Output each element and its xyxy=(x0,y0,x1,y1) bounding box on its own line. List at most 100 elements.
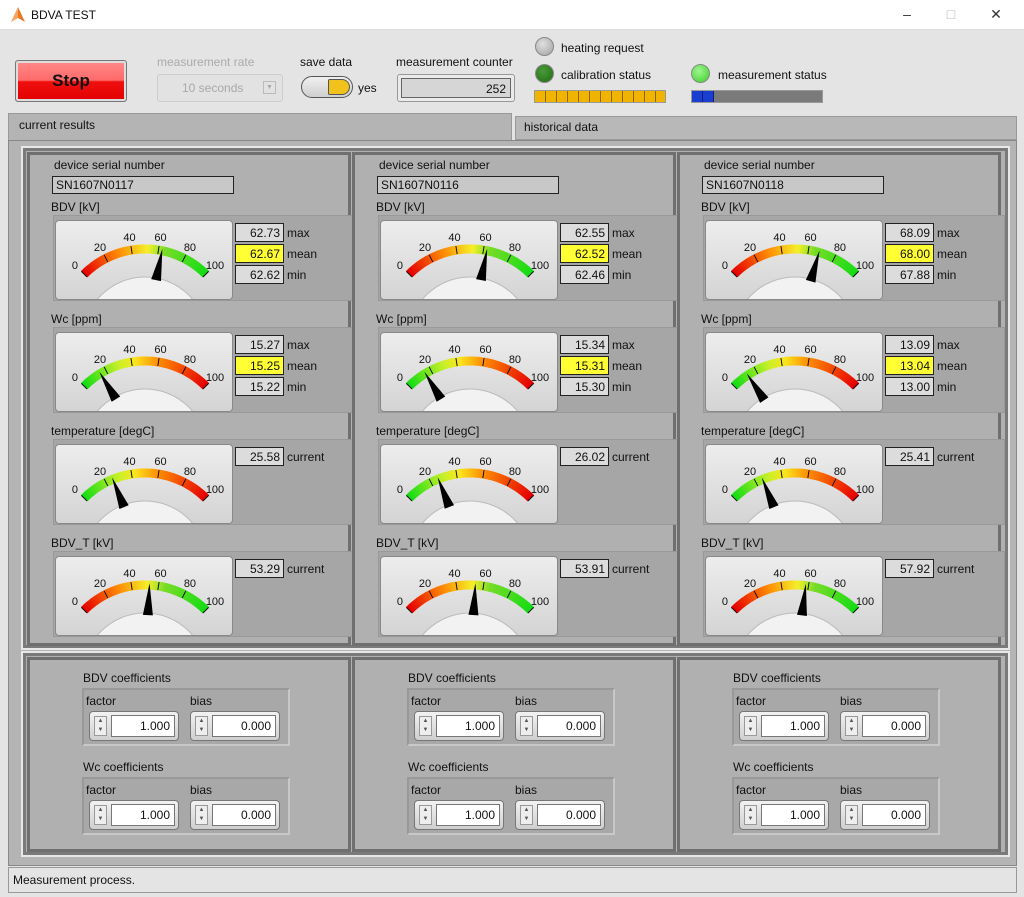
gauge-scale-segment xyxy=(844,599,853,609)
factor-numeric-control[interactable]: ▲ ▼ 1.000 xyxy=(414,711,504,741)
serial-number-label: device serial number xyxy=(379,158,490,172)
readout-label: max xyxy=(287,338,310,352)
gauge-hub xyxy=(732,612,858,738)
measurement-counter-value: 252 xyxy=(401,78,511,98)
gauge-tick-label: 60 xyxy=(479,232,491,244)
bias-input[interactable]: 0.000 xyxy=(212,804,276,826)
bias-numeric-control[interactable]: ▲ ▼ 0.000 xyxy=(190,800,280,830)
increment-decrement-arrows-icon[interactable]: ▲ ▼ xyxy=(94,716,107,736)
save-data-toggle[interactable] xyxy=(301,76,353,98)
gauge-tick-label: 60 xyxy=(479,568,491,580)
bias-input[interactable]: 0.000 xyxy=(537,715,601,737)
minimize-icon[interactable]: – xyxy=(897,6,917,22)
gauge-scale-segment xyxy=(194,263,203,273)
readout-label: max xyxy=(287,226,310,240)
increment-decrement-arrows-icon[interactable]: ▲ ▼ xyxy=(845,716,858,736)
gauge-scale-segment xyxy=(824,362,832,373)
bias-numeric-control[interactable]: ▲ ▼ 0.000 xyxy=(190,711,280,741)
factor-numeric-control[interactable]: ▲ ▼ 1.000 xyxy=(414,800,504,830)
gauge-tick-label: 40 xyxy=(123,344,135,356)
factor-input[interactable]: 1.000 xyxy=(761,804,825,826)
gauge-tick-label: 40 xyxy=(448,232,460,244)
gauge-label: Wc [ppm] xyxy=(376,312,427,326)
bias-input[interactable]: 0.000 xyxy=(862,804,926,826)
gauge-tick-label: 20 xyxy=(744,242,756,254)
gauge-scale-segment xyxy=(444,471,450,481)
gauge-scale-segment xyxy=(497,249,504,260)
bias-numeric-control[interactable]: ▲ ▼ 0.000 xyxy=(515,711,605,741)
increment-decrement-arrows-icon[interactable]: ▲ ▼ xyxy=(520,805,533,825)
gauge-needle xyxy=(112,477,129,509)
gauge-scale-segment xyxy=(174,474,182,485)
factor-numeric-control[interactable]: ▲ ▼ 1.000 xyxy=(89,800,179,830)
gauge-scale-segment xyxy=(111,361,118,372)
measurement-rate-dropdown[interactable]: 10 seconds ▼ xyxy=(157,74,283,102)
gauge-scale-segment xyxy=(846,377,856,387)
readout-label: mean xyxy=(287,359,318,373)
gauge: 0 20 40 60 80 100 xyxy=(55,332,233,514)
increment-decrement-arrows-icon[interactable]: ▲ ▼ xyxy=(520,716,533,736)
factor-numeric-control[interactable]: ▲ ▼ 1.000 xyxy=(89,711,179,741)
gauge-scale-segment xyxy=(421,256,429,267)
bias-input[interactable]: 0.000 xyxy=(537,804,601,826)
factor-input[interactable]: 1.000 xyxy=(111,715,175,737)
gauge-label: BDV [kV] xyxy=(51,200,100,214)
gauge-scale-segment xyxy=(125,582,130,592)
tab-historical-data[interactable]: historical data xyxy=(515,116,1017,140)
bias-input[interactable]: 0.000 xyxy=(862,715,926,737)
increment-decrement-arrows-icon[interactable]: ▲ ▼ xyxy=(195,805,208,825)
increment-decrement-arrows-icon[interactable]: ▲ ▼ xyxy=(419,805,432,825)
gauge-tick-label: 100 xyxy=(856,596,874,608)
gauge-scale-segment xyxy=(521,489,531,499)
gauge-scale-segment xyxy=(111,249,118,260)
gauge-scale-segment xyxy=(170,360,176,371)
increment-decrement-arrows-icon[interactable]: ▲ ▼ xyxy=(94,805,107,825)
bias-input[interactable]: 0.000 xyxy=(212,715,276,737)
stop-button[interactable]: Stop xyxy=(15,60,127,102)
gauge-scale-segment xyxy=(502,363,509,374)
increment-decrement-arrows-icon[interactable]: ▲ ▼ xyxy=(419,716,432,736)
gauge-scale-segment xyxy=(414,597,423,607)
gauge-tick-label: 20 xyxy=(744,354,756,366)
gauge-scale-segment xyxy=(447,358,453,369)
gauge-tick-label: 100 xyxy=(206,260,224,272)
gauge-scale-segment xyxy=(844,487,853,497)
increment-decrement-arrows-icon[interactable]: ▲ ▼ xyxy=(195,716,208,736)
readout-label: max xyxy=(937,226,960,240)
bias-numeric-control[interactable]: ▲ ▼ 0.000 xyxy=(840,711,930,741)
tab-current-results[interactable]: current results xyxy=(8,113,512,141)
gauge-scale-segment xyxy=(523,267,533,276)
gauge-scale-segment xyxy=(450,582,455,592)
factor-input[interactable]: 1.000 xyxy=(111,804,175,826)
gauge-scale-segment xyxy=(194,487,203,497)
factor-input[interactable]: 1.000 xyxy=(761,715,825,737)
increment-decrement-arrows-icon[interactable]: ▲ ▼ xyxy=(744,805,757,825)
increment-decrement-arrows-icon[interactable]: ▲ ▼ xyxy=(744,716,757,736)
bias-numeric-control[interactable]: ▲ ▼ 0.000 xyxy=(840,800,930,830)
maximize-icon[interactable]: □ xyxy=(941,6,961,22)
factor-input[interactable]: 1.000 xyxy=(436,804,500,826)
gauge-scale-segment xyxy=(162,246,168,257)
gauge-tick-label: 40 xyxy=(123,232,135,244)
gauge-scale-segment xyxy=(499,362,507,373)
factor-input[interactable]: 1.000 xyxy=(436,715,500,737)
gauge-scale-segment xyxy=(436,361,443,372)
close-icon[interactable]: ✕ xyxy=(986,6,1006,23)
gauge-scale-segment xyxy=(184,479,192,489)
increment-decrement-arrows-icon[interactable]: ▲ ▼ xyxy=(845,805,858,825)
factor-numeric-control[interactable]: ▲ ▼ 1.000 xyxy=(739,800,829,830)
gauge-tick-label: 0 xyxy=(72,260,78,272)
gauge-scale-segment xyxy=(177,475,184,486)
gauge-scale-segment xyxy=(840,596,849,606)
gauge-scale-segment xyxy=(188,370,197,380)
readout-label: mean xyxy=(937,247,968,261)
gauge-scale-segment xyxy=(184,591,192,601)
gauge-scale-segment xyxy=(125,358,130,368)
gauge-scale-segment xyxy=(439,472,446,483)
gauge-scale-segment xyxy=(439,584,446,595)
factor-numeric-control[interactable]: ▲ ▼ 1.000 xyxy=(739,711,829,741)
gauge-scale-segment xyxy=(423,367,431,377)
bias-numeric-control[interactable]: ▲ ▼ 0.000 xyxy=(515,800,605,830)
gauge-tick-label: 100 xyxy=(531,596,549,608)
gauge-scale-segment xyxy=(190,484,199,494)
